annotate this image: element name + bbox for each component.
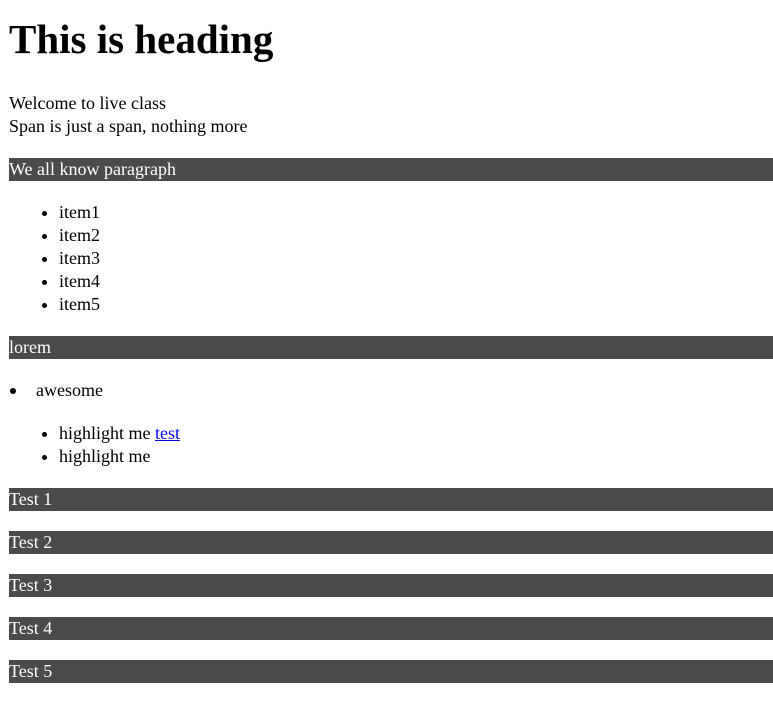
lorem-bar: lorem [9,336,773,359]
highlight-text: highlight me [59,423,151,443]
span-text: Span is just a span, nothing more [9,116,248,136]
list-item: item1 [59,201,773,224]
highlight-item: highlight me test [59,422,773,445]
test-bar-3: Test 3 [9,574,773,597]
test-bar-2: Test 2 [9,531,773,554]
list-item: item2 [59,224,773,247]
highlight-text: highlight me [59,446,151,466]
awesome-label: awesome [36,380,103,400]
highlight-item: highlight me [59,445,773,468]
list-item: item3 [59,247,773,270]
list-item: item5 [59,293,773,316]
awesome-item: awesome [9,379,773,402]
page-heading: This is heading [9,16,274,62]
test-bar-1: Test 1 [9,488,773,511]
test-link[interactable]: test [155,423,180,443]
test-bar-4: Test 4 [9,617,773,640]
highlight-list: highlight me test highlight me [9,422,773,468]
item-list: item1 item2 item3 item4 item5 [9,201,773,316]
paragraph-bar: We all know paragraph [9,158,773,181]
test-bar-5: Test 5 [9,660,773,683]
list-item: item4 [59,270,773,293]
welcome-text: Welcome to live class [9,93,166,113]
